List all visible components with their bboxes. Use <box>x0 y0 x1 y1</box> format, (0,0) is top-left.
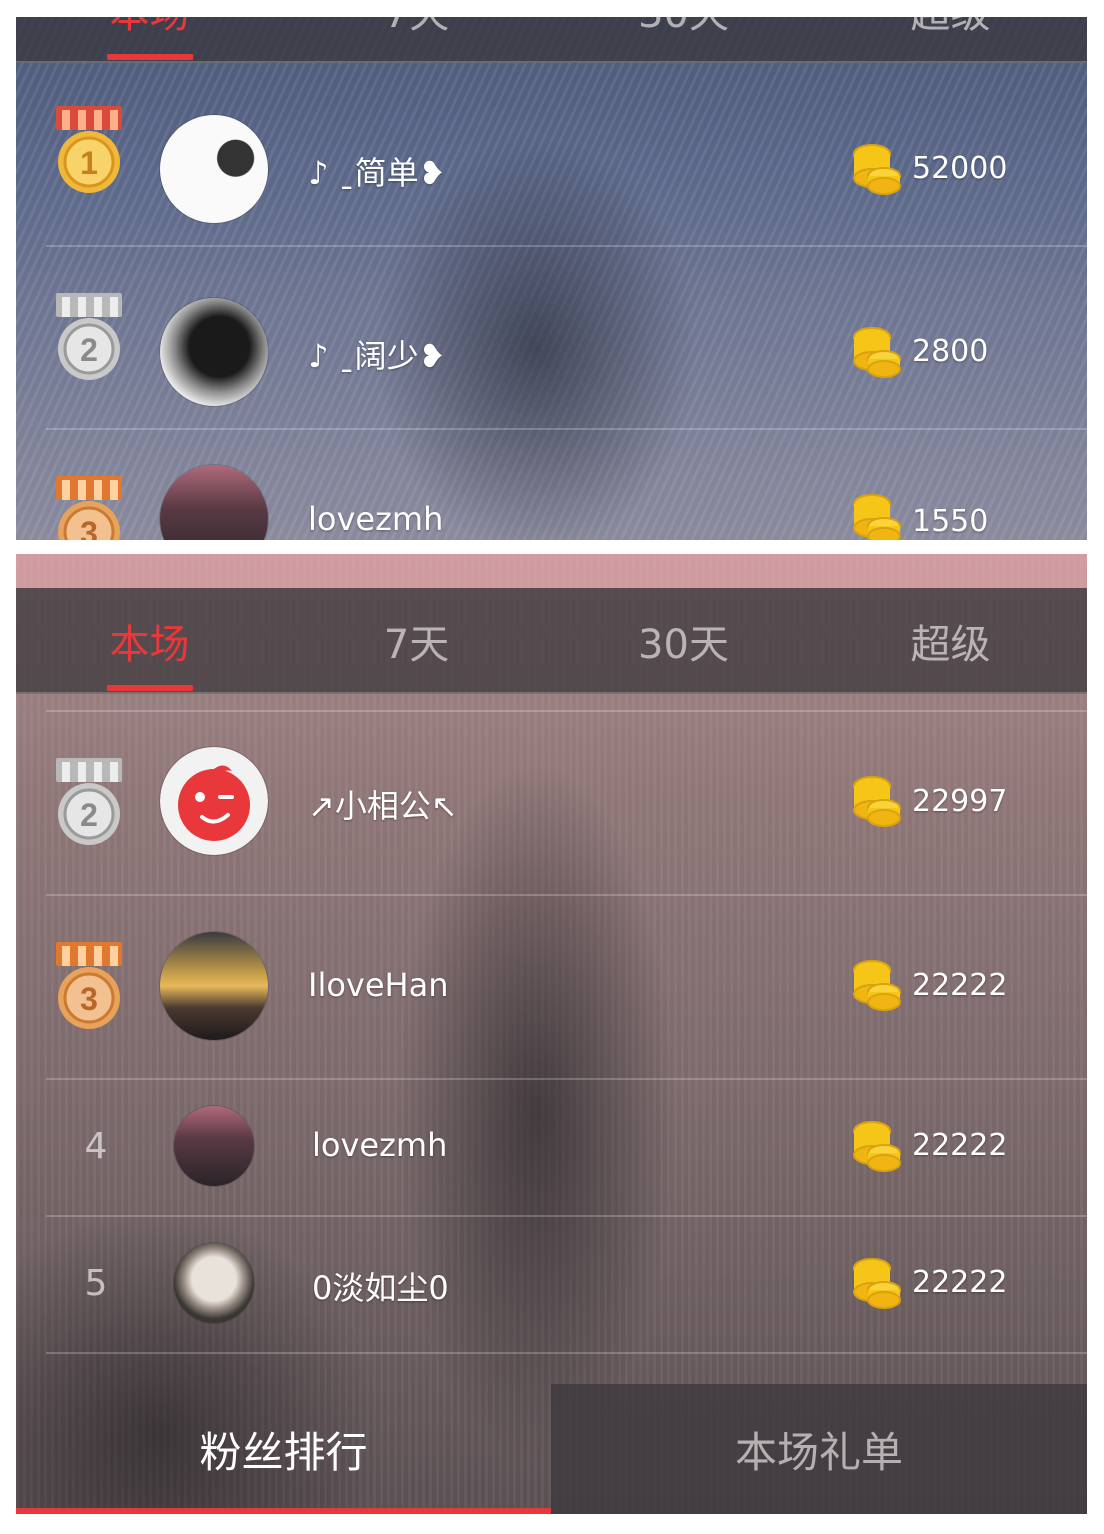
gift-amount: 1550 <box>912 504 989 539</box>
coin-icon <box>853 327 901 378</box>
row-divider <box>46 1215 1087 1217</box>
row-divider <box>46 428 1087 430</box>
svg-text:2: 2 <box>80 797 98 833</box>
user-avatar[interactable] <box>174 1243 254 1323</box>
gift-amount: 2800 <box>912 334 989 369</box>
svg-text:1: 1 <box>80 145 98 181</box>
tab-super[interactable]: 超级 <box>817 588 1084 694</box>
tab-7-days[interactable]: 7天 <box>283 17 550 63</box>
user-name: 0淡如尘0 <box>312 1269 449 1307</box>
tab-30-days[interactable]: 30天 <box>550 588 817 694</box>
gift-amount: 22222 <box>912 968 1008 1003</box>
coin-icon <box>853 494 901 540</box>
divider <box>16 692 1087 694</box>
tab-30-days[interactable]: 30天 <box>550 17 817 63</box>
user-avatar[interactable] <box>160 298 268 406</box>
active-bottom-tab-indicator <box>16 1508 551 1514</box>
gift-amount: 52000 <box>912 151 1008 186</box>
coin-icon <box>853 1121 901 1172</box>
user-name: ↗小相公↖ <box>308 787 458 825</box>
row-divider <box>46 1352 1087 1354</box>
gift-amount: 22222 <box>912 1128 1008 1163</box>
ranking-row[interactable]: 2 ↗小相公↖ 22997 <box>46 710 1087 894</box>
coin-icon <box>853 960 901 1011</box>
svg-text:2: 2 <box>80 332 98 368</box>
row-divider <box>46 710 1087 712</box>
rank-number: 5 <box>84 1263 108 1304</box>
user-avatar[interactable] <box>160 465 268 540</box>
bottom-screenshot-panel: 本场 7天 30天 超级 2 ↗小相公↖ 22997 3 IloveHan 22… <box>16 554 1087 1514</box>
svg-text:3: 3 <box>80 981 98 1017</box>
tab-gift-list[interactable]: 本场礼单 <box>551 1384 1087 1514</box>
ranking-row[interactable]: 5 0淡如尘0 22222 <box>46 1215 1087 1352</box>
user-avatar[interactable] <box>174 1106 254 1186</box>
bottom-tab-bar: 粉丝排行 本场礼单 <box>16 1384 1087 1514</box>
user-name: lovezmh <box>312 1126 448 1164</box>
tab-this-session[interactable]: 本场 <box>16 588 283 694</box>
active-tab-indicator <box>107 54 193 60</box>
tab-super[interactable]: 超级 <box>817 17 1084 63</box>
active-tab-indicator <box>107 685 193 691</box>
silver-medal-icon: 2 <box>56 293 122 380</box>
period-tabs: 本场 7天 30天 超级 <box>16 588 1087 694</box>
bronze-medal-icon: 3 <box>56 942 122 1029</box>
default-avatar-icon[interactable] <box>160 747 268 855</box>
row-divider <box>46 894 1087 896</box>
ranking-row[interactable]: 1 ♪ ˍ简单❥ 52000 <box>46 62 1087 246</box>
gift-amount: 22222 <box>912 1265 1008 1300</box>
top-screenshot-panel: 本场 7天 30天 超级 1 ♪ ˍ简单❥ 52000 2 <box>16 17 1087 540</box>
user-name: ♪ ˍ简单❥ <box>308 154 446 192</box>
silver-medal-icon: 2 <box>56 758 122 845</box>
user-avatar[interactable] <box>160 932 268 1040</box>
tab-7-days[interactable]: 7天 <box>283 588 550 694</box>
rank-number: 4 <box>84 1126 108 1167</box>
coin-icon <box>853 1258 901 1309</box>
ranking-row[interactable]: 3 lovezmh 1550 <box>46 428 1087 540</box>
row-divider <box>46 245 1087 247</box>
svg-text:3: 3 <box>80 515 98 540</box>
ranking-row[interactable]: 4 lovezmh 22222 <box>46 1078 1087 1215</box>
coin-icon <box>853 776 901 827</box>
tab-fan-ranking[interactable]: 粉丝排行 <box>16 1384 551 1514</box>
row-divider <box>46 1078 1087 1080</box>
video-background-strip <box>16 554 1087 588</box>
ranking-row[interactable]: 2 ♪ ˍ阔少❥ 2800 <box>46 245 1087 429</box>
user-name: IloveHan <box>308 966 449 1004</box>
bronze-medal-icon: 3 <box>56 476 122 540</box>
user-avatar[interactable] <box>160 115 268 223</box>
coin-icon <box>853 144 901 195</box>
gold-medal-icon: 1 <box>56 106 122 193</box>
user-name: ♪ ˍ阔少❥ <box>308 337 446 375</box>
user-name: lovezmh <box>308 500 444 538</box>
ranking-row[interactable]: 3 IloveHan 22222 <box>46 894 1087 1078</box>
gift-amount: 22997 <box>912 784 1008 819</box>
